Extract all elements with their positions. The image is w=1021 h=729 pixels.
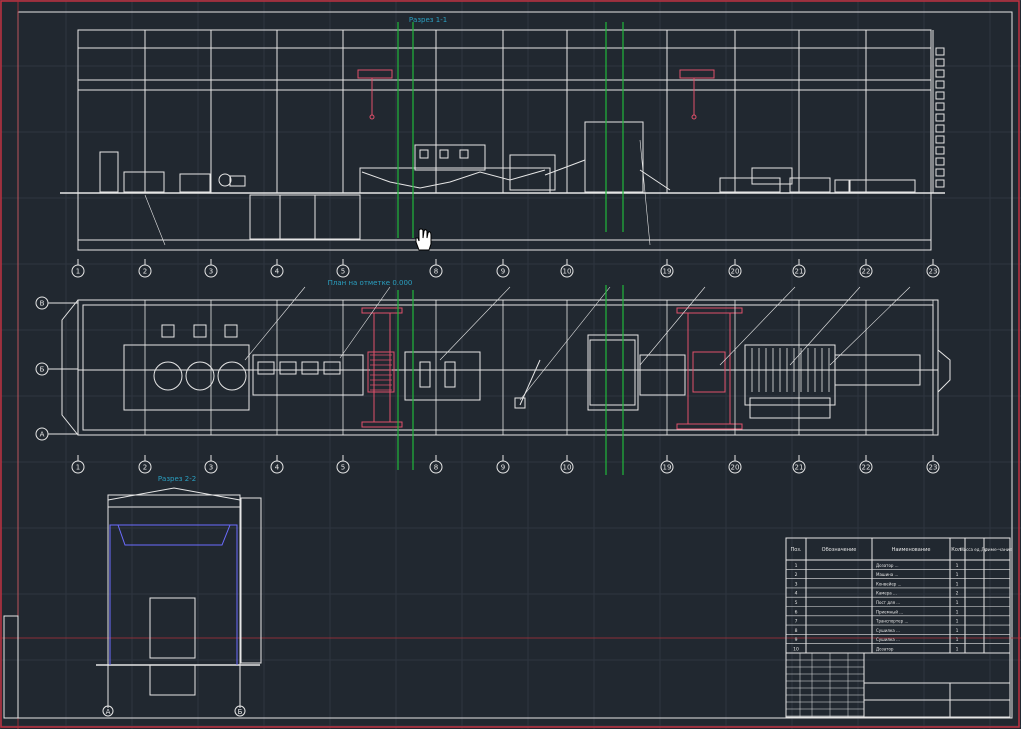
section-axis-label: 22 [862, 268, 871, 276]
spec-row-name: Сушилка ... [876, 637, 900, 642]
hand-cursor-icon [415, 228, 432, 251]
section-axis-label: 21 [795, 268, 804, 276]
plan-axis-label: 2 [143, 464, 147, 472]
spec-row-name: Транспортер ... [875, 619, 908, 624]
spec-row-qty: 1 [956, 637, 959, 643]
spec-row-name: Приемный ... [876, 609, 903, 614]
spec-row-pos: 8 [795, 628, 798, 634]
spec-row-pos: 7 [795, 619, 798, 625]
left-stamp-strip [3, 615, 19, 719]
section-axis-label: 1 [76, 268, 80, 276]
section-axis-label: 20 [731, 268, 740, 276]
axis-bubbles-plan: 1 2 3 4 5 8 9 10 19 20 21 22 23 [71, 455, 940, 474]
spec-row-pos: 2 [795, 572, 798, 578]
plan-axis-label: 21 [795, 464, 804, 472]
spec-row-pos: 9 [795, 637, 798, 643]
section-axis-label: 19 [663, 268, 672, 276]
inner-frame [17, 11, 1013, 719]
section-axis-label: 4 [275, 268, 280, 276]
section-axis-label: 3 [209, 268, 213, 276]
plan-axis-label: 23 [929, 464, 938, 472]
row-bubbles-plan: В Б А [35, 296, 78, 441]
plan-axis-label: 5 [341, 464, 345, 472]
spec-row-qty: 1 [956, 609, 959, 615]
plan-view [61, 299, 951, 436]
spec-row-qty: 1 [956, 647, 959, 653]
spec-row-qty: 1 [956, 563, 959, 569]
plan-axis-label: 22 [862, 464, 871, 472]
cad-drawing[interactable]: Разрез 1-1 План на отметке 0.000 Разрез … [0, 0, 1021, 729]
plan-axis-label: 3 [209, 464, 213, 472]
spec-row-pos: 1 [795, 563, 798, 569]
plan-louvers [77, 300, 934, 435]
section-axis-label: 2 [143, 268, 147, 276]
spec-row-pos: 4 [795, 591, 798, 597]
spec-row-name: Камера ... [876, 591, 897, 596]
section-axis-label: 9 [501, 268, 505, 276]
spec-row-pos: 10 [793, 647, 799, 653]
section-axis-label: 10 [563, 268, 572, 276]
plan-axis-label: 10 [563, 464, 572, 472]
section-axis-label: 8 [434, 268, 438, 276]
plan-axis-label: 8 [434, 464, 438, 472]
spec-row-qty: 1 [956, 619, 959, 625]
section-axis-label: 23 [929, 268, 938, 276]
spec-header-name: Наименование [892, 547, 931, 553]
spec-row-qty: 1 [956, 581, 959, 587]
spec-header-note: Приме-чание [981, 547, 1012, 553]
spec-row-name: Сушилка ... [876, 628, 900, 633]
spec-row-pos: 6 [795, 609, 798, 615]
plan-axis-label: 19 [663, 464, 672, 472]
title-block [785, 652, 1011, 718]
spec-row-pos: 3 [795, 581, 798, 587]
plan-title: План на отметке 0.000 [328, 279, 413, 287]
plan-axis-label: 20 [731, 464, 740, 472]
specification-table: Поз. Обозначение Наименование Кол. Масса… [785, 537, 1013, 654]
spec-row-qty: 1 [956, 600, 959, 606]
section-2-2 [96, 487, 262, 708]
plan-axis-label: 1 [76, 464, 80, 472]
section-2-2-blue-outline [109, 524, 238, 665]
background-grid [0, 0, 1021, 729]
section-1-1-title: Разрез 1-1 [409, 16, 447, 24]
spec-row-name: Дозатор ... [876, 563, 899, 568]
spec-row-name: Дозатор [876, 647, 894, 652]
spec-row-name: Пост для ... [876, 600, 900, 605]
row-label: А [40, 431, 45, 439]
section-1-1 [60, 29, 945, 251]
overhead-crane-section [357, 69, 715, 120]
spec-row-pos: 5 [795, 600, 798, 606]
spec-header-pos: Поз. [790, 547, 801, 553]
axis-bubbles-section: 1 2 3 4 5 8 9 10 19 20 21 22 23 [71, 259, 940, 278]
axis-label-section-b: Б [238, 708, 243, 716]
row-label: Б [40, 366, 45, 374]
plan-axis-label: 4 [275, 464, 280, 472]
spec-row-qty: 1 [956, 572, 959, 578]
spec-row-name: Конвейер ... [876, 581, 901, 586]
section-axis-label: 5 [341, 268, 345, 276]
axis-label-section-a: А [106, 708, 111, 716]
spec-row-qty: 2 [956, 591, 959, 597]
row-label: В [40, 300, 45, 308]
plan-axis-label: 9 [501, 464, 505, 472]
spec-row-name: Машина ... [876, 572, 898, 577]
spec-row-qty: 1 [956, 628, 959, 634]
spec-header-designation: Обозначение [822, 547, 857, 553]
section-2-2-title: Разрез 2-2 [158, 475, 196, 483]
